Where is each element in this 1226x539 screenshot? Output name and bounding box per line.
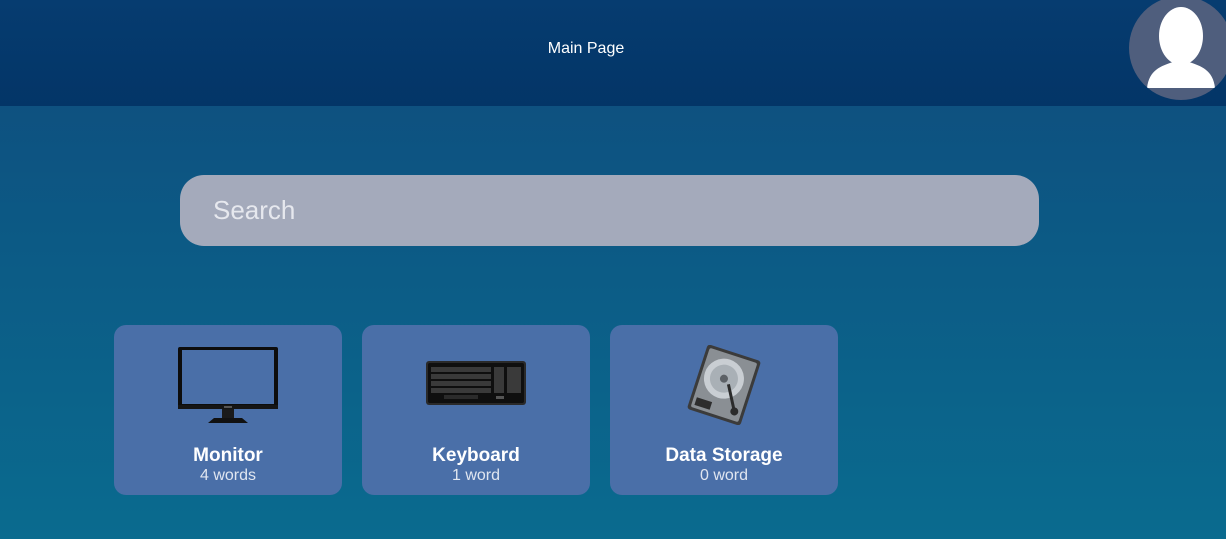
card-title: Monitor (193, 445, 263, 466)
header-bar: Main Page (0, 0, 1226, 106)
page-title: Main Page (547, 40, 625, 57)
search-input[interactable] (180, 175, 1039, 246)
hard-drive-icon (610, 345, 838, 429)
category-card-keyboard[interactable]: Keyboard 1 word (362, 325, 590, 495)
card-word-count: 1 word (451, 467, 501, 484)
category-card-data-storage[interactable]: Data Storage 0 word (610, 325, 838, 495)
card-title: Keyboard (432, 445, 520, 466)
monitor-icon (114, 345, 342, 429)
keyboard-icon (362, 345, 590, 429)
avatar[interactable] (1129, 0, 1226, 100)
card-word-count: 0 word (699, 467, 749, 484)
user-silhouette-icon (1147, 7, 1215, 88)
card-word-count: 4 words (199, 467, 257, 484)
card-title: Data Storage (665, 445, 783, 466)
category-card-monitor[interactable]: Monitor 4 words (114, 325, 342, 495)
search-bar (180, 175, 1039, 246)
